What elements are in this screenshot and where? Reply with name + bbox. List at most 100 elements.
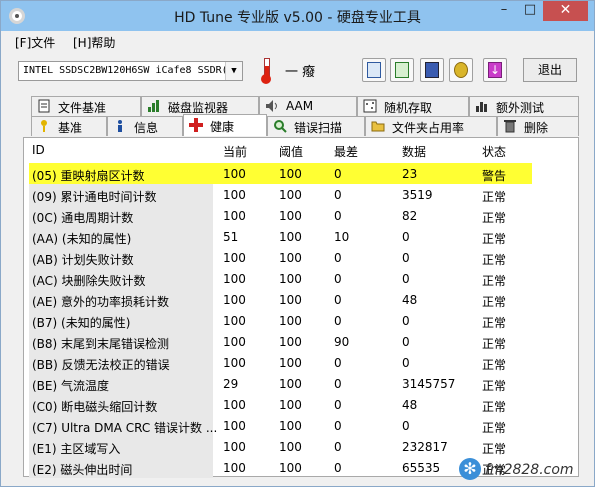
tab-health[interactable]: 健康 [183,114,267,136]
cell-id: (AB) 计划失败计数 [32,253,134,267]
table-row[interactable]: (AE) 意外的功率损耗计数 100 100 0 48 正常 [29,289,574,310]
column-header-current[interactable]: 当前 [223,143,247,160]
cell-id: (AE) 意外的功率损耗计数 [32,295,169,309]
cell-current: 100 [223,461,246,475]
table-row[interactable]: (E1) 主区域写入 100 100 0 232817 正常 [29,436,574,457]
copy-screenshot-button[interactable] [390,58,414,82]
tab-file-benchmark[interactable]: 文件基准 [31,96,141,116]
cell-data: 0 [402,230,410,244]
copy-text-button[interactable] [362,58,386,82]
disk-monitor-icon [147,99,161,113]
tab-extra-tests[interactable]: 额外测试 [469,96,579,116]
table-row[interactable]: (0C) 通电周期计数 100 100 0 82 正常 [29,205,574,226]
tab-aam[interactable]: AAM [259,96,357,116]
cell-current: 100 [223,335,246,349]
title-bar[interactable]: HD Tune 专业版 v5.00 - 硬盘专业工具 – □ ✕ [1,1,594,31]
download-button[interactable]: ↓ [483,58,507,82]
cell-worst: 0 [334,293,342,307]
column-header-data[interactable]: 数据 [402,143,426,160]
cell-threshold: 100 [279,314,302,328]
table-row[interactable]: (C7) Ultra DMA CRC 错误计数 ... 100 100 0 0 正常 [29,415,574,436]
table-row[interactable]: (AA) (未知的属性) 51 100 10 0 正常 [29,226,574,247]
cell-status: 正常 [482,442,507,456]
cell-status: 正常 [482,337,507,351]
cell-current: 100 [223,293,246,307]
error-scan-icon [273,119,287,133]
cell-status: 正常 [482,379,507,393]
column-header-worst[interactable]: 最差 [334,143,358,160]
table-row[interactable]: (09) 累计通电时间计数 100 100 0 3519 正常 [29,184,574,205]
cell-threshold: 100 [279,398,302,412]
cell-data: 0 [402,419,410,433]
minimize-button[interactable]: – [491,1,517,21]
column-header-threshold[interactable]: 阈值 [279,143,303,160]
tab-label: AAM [286,99,314,113]
copy-text-icon [367,62,381,78]
cell-data: 232817 [402,440,448,454]
tab-label: 文件基准 [58,101,107,115]
cell-id: (E2) 磁头伸出时间 [32,463,133,477]
exit-button[interactable]: 退出 [523,58,577,82]
cell-id: (0C) 通电周期计数 [32,211,134,225]
tab-label: 信息 [134,121,159,135]
tab-label: 删除 [524,121,549,135]
tab-delete[interactable]: 删除 [497,116,579,136]
cell-current: 100 [223,188,246,202]
tab-folder-usage[interactable]: 文件夹占用率 [365,116,497,136]
save-button[interactable] [420,58,444,82]
cell-threshold: 100 [279,188,302,202]
maximize-button[interactable]: □ [517,1,543,21]
cell-threshold: 100 [279,167,302,181]
cell-id: (C0) 断电磁头缩回计数 [32,400,158,414]
info-icon [113,119,127,133]
cell-worst: 0 [334,461,342,475]
cell-status: 正常 [482,211,507,225]
cell-id: (AC) 块删除失败计数 [32,274,146,288]
cell-data: 48 [402,293,418,307]
table-row[interactable]: (05) 重映射扇区计数 100 100 0 23 警告 [29,163,574,184]
cell-worst: 90 [334,335,350,349]
options-button[interactable] [449,58,473,82]
cell-worst: 0 [334,398,342,412]
app-window: HD Tune 专业版 v5.00 - 硬盘专业工具 – □ ✕ [F]文件 [… [0,0,595,487]
download-icon: ↓ [488,62,502,78]
menu-help[interactable]: [H]帮助 [73,34,115,51]
cell-data: 23 [402,167,418,181]
snowflake-logo-icon: ✻ [459,458,481,480]
cell-data: 0 [402,335,410,349]
random-access-icon [363,99,377,113]
table-row[interactable]: (B7) (未知的属性) 100 100 0 0 正常 [29,310,574,331]
column-header-status[interactable]: 状态 [482,143,506,160]
table-row[interactable]: (BE) 气流温度 29 100 0 3145757 正常 [29,373,574,394]
menu-file[interactable]: [F]文件 [15,34,55,51]
cell-worst: 10 [334,230,350,244]
cell-threshold: 100 [279,461,302,475]
table-row[interactable]: (AB) 计划失败计数 100 100 0 0 正常 [29,247,574,268]
watermark-text: fm2828.com [485,462,574,478]
chevron-down-icon[interactable]: ▼ [225,62,242,80]
cell-worst: 0 [334,419,342,433]
cell-worst: 0 [334,314,342,328]
table-row[interactable]: (B8) 末尾到末尾错误检测 100 100 90 0 正常 [29,331,574,352]
tab-info[interactable]: 信息 [107,116,183,136]
column-header-id[interactable]: ID [32,143,45,157]
tab-benchmark[interactable]: 基准 [31,116,107,136]
close-button[interactable]: ✕ [543,1,588,21]
cell-worst: 0 [334,440,342,454]
table-row[interactable]: (C0) 断电磁头缩回计数 100 100 0 48 正常 [29,394,574,415]
temperature-readout: 一 癈 [285,65,316,80]
table-row[interactable]: (AC) 块删除失败计数 100 100 0 0 正常 [29,268,574,289]
health-cross-icon [189,118,203,132]
cell-current: 100 [223,440,246,454]
cell-current: 100 [223,167,246,181]
cell-data: 3145757 [402,377,456,391]
cell-current: 100 [223,209,246,223]
speaker-icon [265,99,279,113]
cell-data: 0 [402,356,410,370]
tab-error-scan[interactable]: 错误扫描 [267,116,365,136]
table-row[interactable]: (BB) 反馈无法校正的错误 100 100 0 0 正常 [29,352,574,373]
drive-select[interactable]: INTEL SSDSC2BW120H6SW iCafe8 SSDR( ▼ [18,61,243,81]
tab-random-access[interactable]: 随机存取 [357,96,469,116]
tab-label: 错误扫描 [294,121,343,135]
tab-disk-monitor[interactable]: 磁盘监视器 [141,96,259,116]
